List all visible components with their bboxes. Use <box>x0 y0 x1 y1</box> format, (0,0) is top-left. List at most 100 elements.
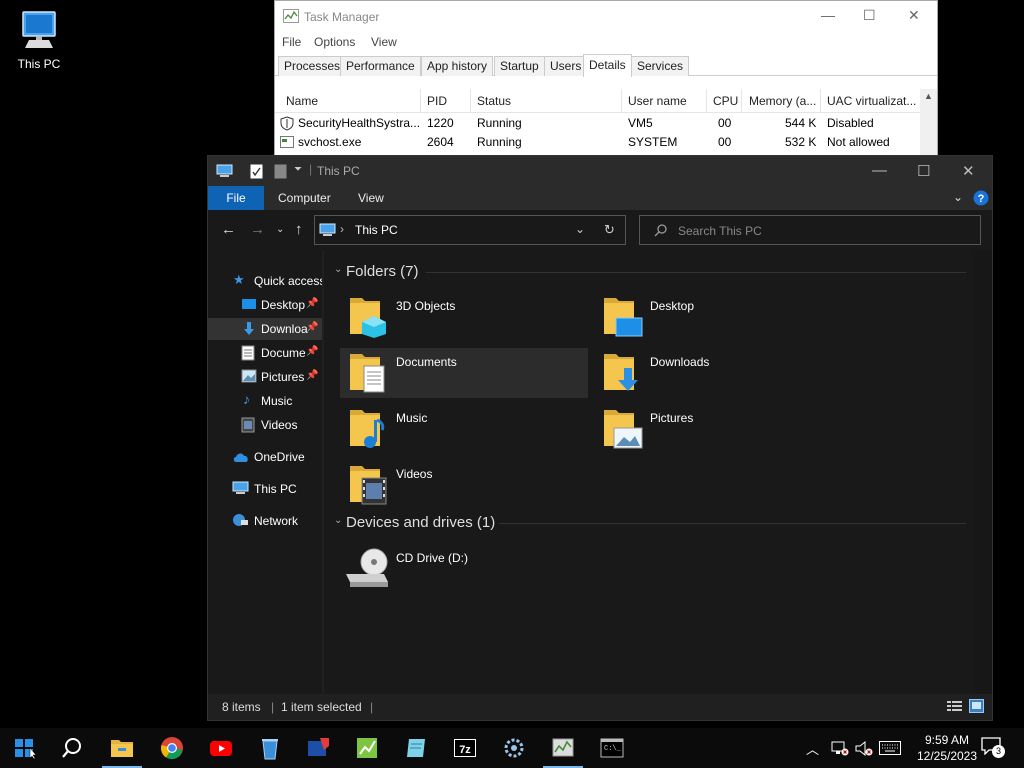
new-folder-icon[interactable] <box>274 164 287 179</box>
sidebar-item-pictures[interactable]: Pictures 📌 <box>208 366 322 388</box>
taskbar-clock[interactable]: 9:59 AM 12/25/2023 <box>916 732 978 764</box>
column-name[interactable]: Name <box>286 94 318 108</box>
taskbar-terminal[interactable]: C:\_ <box>588 728 636 768</box>
up-button[interactable]: ↑ <box>295 221 303 238</box>
group-header-folders[interactable]: Folders (7) <box>346 263 419 280</box>
large-icons-view-icon[interactable] <box>969 699 984 713</box>
taskbar-file-explorer[interactable] <box>98 728 146 768</box>
customize-quick-access-icon[interactable]: ⏷ <box>294 164 302 175</box>
task-manager-scrollbar[interactable]: ▲ <box>920 89 937 157</box>
column-status[interactable]: Status <box>477 94 511 108</box>
folder-desktop[interactable]: Desktop <box>594 292 842 342</box>
folder-3d-objects[interactable]: 3D Objects <box>340 292 588 342</box>
tab-users[interactable]: Users <box>544 56 588 76</box>
chevron-right-icon[interactable]: › <box>340 222 344 236</box>
sidebar-item-videos[interactable]: Videos <box>208 414 322 436</box>
action-center-button[interactable]: 3 <box>981 737 1005 759</box>
recent-locations-icon[interactable]: ⌄ <box>276 224 284 235</box>
taskbar-search-button[interactable] <box>48 728 96 768</box>
svg-text:C:\_: C:\_ <box>604 745 622 753</box>
search-box[interactable] <box>639 215 981 245</box>
close-button[interactable]: ✕ <box>908 7 920 24</box>
column-uac-virtualization[interactable]: UAC virtualizat... <box>827 94 916 108</box>
details-view-icon[interactable] <box>947 700 962 713</box>
maximize-button[interactable]: ☐ <box>917 162 930 180</box>
collapse-folders-icon[interactable]: ⌄ <box>334 264 342 275</box>
sidebar-item-music[interactable]: ♪ Music <box>208 390 322 412</box>
drive-cd-d[interactable]: CD Drive (D:) <box>340 544 588 594</box>
scroll-up-icon[interactable]: ▲ <box>924 91 933 101</box>
column-user-name[interactable]: User name <box>628 94 687 108</box>
taskbar-recycle-bin[interactable] <box>246 728 294 768</box>
table-row[interactable]: svchost.exe 2604 Running SYSTEM 00 532 K… <box>275 133 937 152</box>
taskbar-task-manager[interactable] <box>539 728 587 768</box>
group-header-devices[interactable]: Devices and drives (1) <box>346 514 495 531</box>
sidebar-item-downloads[interactable]: Downloa 📌 <box>208 318 322 340</box>
pin-icon: 📌 <box>306 346 319 357</box>
tab-startup[interactable]: Startup <box>494 56 545 76</box>
this-pc-icon <box>216 164 233 177</box>
tab-services[interactable]: Services <box>631 56 690 76</box>
taskbar-settings[interactable] <box>490 728 538 768</box>
taskbar-youtube[interactable] <box>197 728 245 768</box>
content-scrollbar[interactable] <box>975 250 992 696</box>
sidebar-item-desktop[interactable]: Desktop 📌 <box>208 294 322 316</box>
minimize-button[interactable]: — <box>872 162 887 179</box>
taskbar-chrome[interactable] <box>148 728 196 768</box>
back-button[interactable]: ← <box>221 221 236 238</box>
tab-app-history[interactable]: App history <box>421 56 494 76</box>
taskbar-notepad[interactable] <box>392 728 440 768</box>
desktop-icon-this-pc[interactable]: This PC <box>10 8 68 71</box>
view-tab[interactable]: View <box>358 191 384 205</box>
file-tab[interactable]: File <box>208 186 264 210</box>
taskbar-app[interactable] <box>294 728 342 768</box>
column-pid[interactable]: PID <box>427 94 447 108</box>
help-icon[interactable]: ? <box>973 190 989 206</box>
chevron-down-icon[interactable]: ⌄ <box>575 222 585 236</box>
forward-button[interactable]: → <box>250 221 265 238</box>
computer-tab[interactable]: Computer <box>278 191 331 205</box>
task-manager-titlebar[interactable]: Task Manager — ☐ ✕ <box>275 1 937 32</box>
tab-details[interactable]: Details <box>583 54 632 77</box>
tab-processes[interactable]: Processes <box>278 56 347 76</box>
terminal-icon: C:\_ <box>600 738 624 758</box>
menu-options[interactable]: Options <box>314 35 355 49</box>
folder-videos[interactable]: Videos <box>340 460 588 510</box>
menu-file[interactable]: File <box>282 35 301 49</box>
folder-downloads[interactable]: Downloads <box>594 348 842 398</box>
folder-pictures[interactable]: Pictures <box>594 404 842 454</box>
column-cpu[interactable]: CPU <box>713 94 738 108</box>
network-status-icon[interactable] <box>831 741 849 756</box>
task-manager-window[interactable]: Task Manager — ☐ ✕ File Options View Pro… <box>274 0 938 157</box>
collapse-devices-icon[interactable]: ⌄ <box>334 515 342 526</box>
file-explorer-window[interactable]: ⏷ | This PC — ☐ ✕ File Computer View ⌄ ?… <box>207 155 993 721</box>
touch-keyboard-icon[interactable] <box>879 741 901 755</box>
folder-documents[interactable]: Documents <box>340 348 588 398</box>
sidebar-item-quick-access[interactable]: ★ Quick access <box>208 270 322 292</box>
table-row[interactable]: SecurityHealthSystra... 1220 Running VM5… <box>275 114 937 133</box>
sidebar-item-onedrive[interactable]: OneDrive <box>208 446 322 468</box>
expand-ribbon-icon[interactable]: ⌄ <box>953 190 963 204</box>
properties-icon[interactable] <box>250 164 263 179</box>
sidebar-item-network[interactable]: Network <box>208 510 322 532</box>
folder-music[interactable]: Music <box>340 404 588 454</box>
show-hidden-icons-icon[interactable]: ︿ <box>806 739 819 758</box>
taskbar-7zip[interactable]: 7z <box>441 728 489 768</box>
start-button[interactable] <box>0 728 48 768</box>
address-path[interactable]: This PC <box>355 223 398 237</box>
maximize-button[interactable]: ☐ <box>863 7 876 24</box>
tab-performance[interactable]: Performance <box>340 56 421 76</box>
taskbar-spreadsheet[interactable] <box>343 728 391 768</box>
minimize-button[interactable]: — <box>821 7 835 23</box>
refresh-icon[interactable]: ↻ <box>604 222 615 238</box>
explorer-titlebar[interactable]: ⏷ | This PC — ☐ ✕ <box>208 156 992 186</box>
sidebar-item-this-pc[interactable]: This PC <box>208 478 322 500</box>
address-bar[interactable]: › This PC ⌄ ↻ <box>314 215 626 245</box>
menu-view[interactable]: View <box>371 35 397 49</box>
volume-muted-icon[interactable] <box>855 741 873 756</box>
close-button[interactable]: ✕ <box>962 162 975 180</box>
sidebar-item-documents[interactable]: Docume 📌 <box>208 342 322 364</box>
search-input[interactable] <box>678 222 968 240</box>
column-memory[interactable]: Memory (a... <box>749 94 816 108</box>
drive-label: CD Drive (D:) <box>396 551 468 565</box>
